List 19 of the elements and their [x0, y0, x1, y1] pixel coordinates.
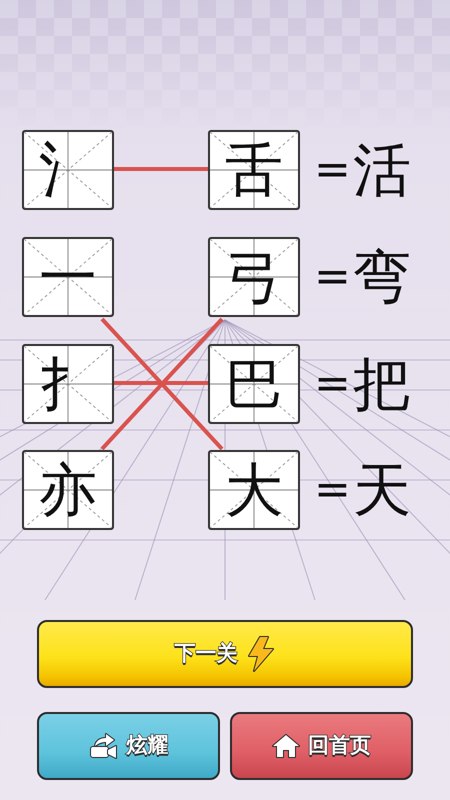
equals-sign: =	[314, 255, 351, 299]
result-character: 活	[352, 141, 411, 199]
lightning-icon	[246, 636, 276, 672]
component-card[interactable]: 大	[208, 450, 300, 530]
radical-card[interactable]: 氵	[22, 130, 114, 210]
equals-sign: =	[314, 148, 351, 192]
result-character: 弯	[352, 248, 411, 306]
radical-card[interactable]: 亦	[22, 450, 114, 530]
share-icon	[88, 733, 118, 759]
component-card[interactable]: 舌	[208, 130, 300, 210]
result-character: 把	[352, 355, 411, 413]
home-icon	[272, 733, 300, 759]
radical-card[interactable]: 一	[22, 237, 114, 317]
radical-card[interactable]: 扌	[22, 344, 114, 424]
component-card[interactable]: 弓	[208, 237, 300, 317]
result-character: 天	[352, 461, 411, 519]
component-card[interactable]: 巴	[208, 344, 300, 424]
equals-sign: =	[314, 468, 351, 512]
equals-sign: =	[314, 362, 351, 406]
